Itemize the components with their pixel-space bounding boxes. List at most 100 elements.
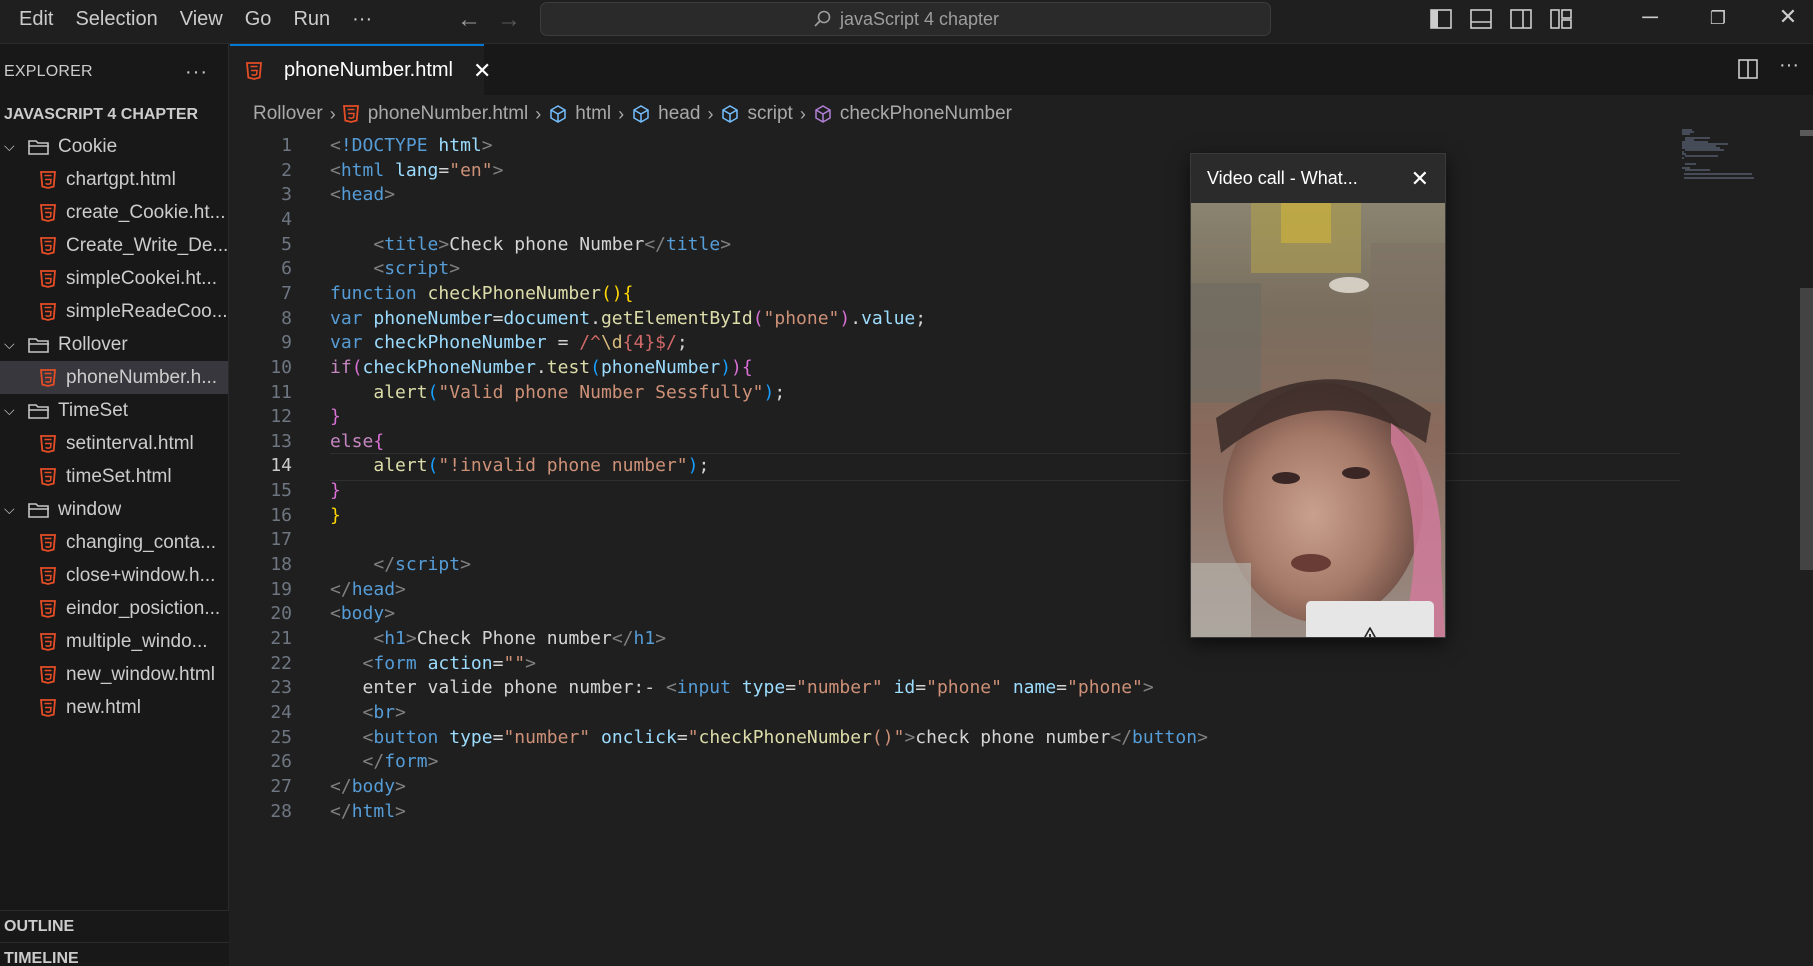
file-item[interactable]: simpleReadeCoo... — [0, 295, 228, 328]
code-token: </ — [362, 751, 385, 773]
menu-more-button[interactable]: ··· — [341, 0, 383, 38]
chevron-down-icon[interactable]: ⌵ — [4, 501, 20, 518]
customize-layout-icon[interactable] — [1549, 8, 1573, 30]
chevron-down-icon[interactable]: ⌵ — [4, 138, 20, 155]
html5-file-icon — [40, 698, 56, 717]
code-token: < — [362, 701, 374, 723]
file-item[interactable]: Create_Write_De... — [0, 229, 228, 262]
folder-item[interactable]: ⌵ TimeSet — [0, 394, 228, 427]
breadcrumb-function[interactable]: checkPhoneNumber — [840, 103, 1012, 125]
code-token: (){ — [600, 282, 634, 304]
code-token: \d — [600, 332, 623, 354]
command-center-search[interactable]: javaScript 4 chapter — [540, 2, 1271, 36]
explorer-more-button[interactable]: ··· — [185, 61, 208, 84]
folder-item[interactable]: ⌵ Cookie — [0, 130, 228, 163]
code-token: = — [915, 677, 927, 699]
code-token: html — [438, 135, 482, 156]
code-token: < — [330, 184, 341, 206]
menu-selection[interactable]: Selection — [64, 0, 168, 38]
menu-go[interactable]: Go — [234, 0, 283, 38]
menu-run[interactable]: Run — [282, 0, 341, 38]
menu-edit[interactable]: Edit — [8, 0, 64, 38]
code-token: enter valide phone number:- — [330, 677, 666, 699]
code-token: ) — [687, 455, 699, 477]
breadcrumb-html[interactable]: html — [575, 103, 611, 125]
minimap[interactable] — [1680, 128, 1780, 188]
video-call-titlebar[interactable]: Video call - What... ✕ — [1191, 154, 1445, 203]
folder-item[interactable]: ⌵ Rollover — [0, 328, 228, 361]
file-item[interactable]: phoneNumber.h... — [0, 361, 228, 394]
code-token: "phone" — [926, 677, 1002, 699]
code-token: Check Phone number — [416, 628, 612, 649]
toggle-panel-icon[interactable] — [1469, 8, 1493, 30]
file-item[interactable]: new.html — [0, 691, 228, 724]
code-token: > — [655, 628, 667, 649]
project-folder-title[interactable]: JAVASCRIPT 4 CHAPTER — [0, 100, 228, 130]
file-item[interactable]: changing_conta... — [0, 526, 228, 559]
file-item[interactable]: chartgpt.html — [0, 163, 228, 196]
video-call-close-icon[interactable]: ✕ — [1411, 166, 1429, 192]
chevron-down-icon[interactable]: ⌵ — [4, 402, 20, 419]
code-token: > — [1197, 726, 1208, 748]
file-item[interactable]: new_window.html — [0, 658, 228, 691]
html5-file-icon — [40, 467, 56, 486]
tab-close-icon[interactable]: ✕ — [473, 58, 491, 84]
folder-item[interactable]: ⌵ window — [0, 493, 228, 526]
code-token: = — [1056, 677, 1068, 699]
breadcrumb-head[interactable]: head — [658, 103, 700, 125]
menu-view[interactable]: View — [169, 0, 234, 38]
html5-file-icon — [40, 632, 56, 651]
video-call-window[interactable]: Video call - What... ✕ — [1190, 153, 1446, 638]
file-item[interactable]: close+window.h... — [0, 559, 228, 592]
code-token: "Valid phone Number Sessfully" — [438, 381, 764, 403]
split-editor-icon[interactable] — [1737, 58, 1759, 80]
code-editor[interactable]: 1 <!DOCTYPE html> 2 <html lang="en"> 3 <head>… — [230, 130, 1813, 966]
code-token: body — [351, 775, 396, 797]
code-line[interactable]: 28 </html> — [230, 798, 1680, 827]
code-token: checkPhoneNumber — [362, 356, 536, 378]
file-item[interactable]: multiple_windo... — [0, 625, 228, 658]
code-token: > — [492, 159, 504, 181]
close-window-icon[interactable]: ✕ — [1768, 4, 1808, 30]
breadcrumb-script[interactable]: script — [747, 103, 792, 125]
tab-phonenumber-html[interactable]: phoneNumber.html ✕ — [230, 44, 491, 95]
restore-icon[interactable]: ❐ — [1698, 8, 1738, 29]
code-token: < — [373, 628, 385, 649]
code-token: alert — [373, 455, 428, 477]
file-item[interactable]: setinterval.html — [0, 427, 228, 460]
code-token: </ — [330, 775, 352, 797]
breadcrumb-file[interactable]: phoneNumber.html — [368, 103, 529, 125]
title-bar: Edit Selection View Go Run ··· ← → javaS… — [0, 0, 1813, 44]
chevron-down-icon[interactable]: ⌵ — [4, 336, 20, 353]
file-item[interactable]: create_Cookie.ht... — [0, 196, 228, 229]
forward-arrow-icon[interactable]: → — [497, 6, 521, 34]
code-token: < — [362, 652, 374, 674]
editor-more-actions-button[interactable]: ··· — [1779, 54, 1799, 77]
scrollbar-thumb[interactable] — [1800, 288, 1813, 570]
tree-item-label: create_Cookie.ht... — [66, 201, 226, 223]
minimize-icon[interactable]: ─ — [1630, 4, 1670, 30]
code-token: ; — [676, 332, 688, 354]
file-item[interactable]: simpleCookei.ht... — [0, 262, 228, 295]
code-token: alert — [373, 381, 428, 403]
timeline-section[interactable]: TIMELINE — [0, 942, 229, 966]
code-token: < — [373, 233, 385, 255]
file-item[interactable]: eindor_posiction... — [0, 592, 228, 625]
tree-item-label: new.html — [66, 696, 141, 718]
code-token: { — [373, 430, 385, 452]
back-arrow-icon[interactable]: ← — [457, 6, 481, 34]
file-item[interactable]: timeSet.html — [0, 460, 228, 493]
warning-card[interactable] — [1306, 601, 1434, 637]
breadcrumb-folder[interactable]: Rollover — [253, 103, 323, 125]
code-token: var — [330, 307, 363, 329]
code-token: > — [384, 603, 396, 625]
code-token: ) — [763, 381, 775, 403]
code-token: !DOCTYPE — [340, 135, 439, 156]
outline-section[interactable]: OUTLINE — [0, 910, 229, 942]
code-token: "phone" — [763, 307, 840, 329]
toggle-primary-sidebar-icon[interactable] — [1429, 8, 1453, 30]
toggle-secondary-sidebar-icon[interactable] — [1509, 8, 1533, 30]
